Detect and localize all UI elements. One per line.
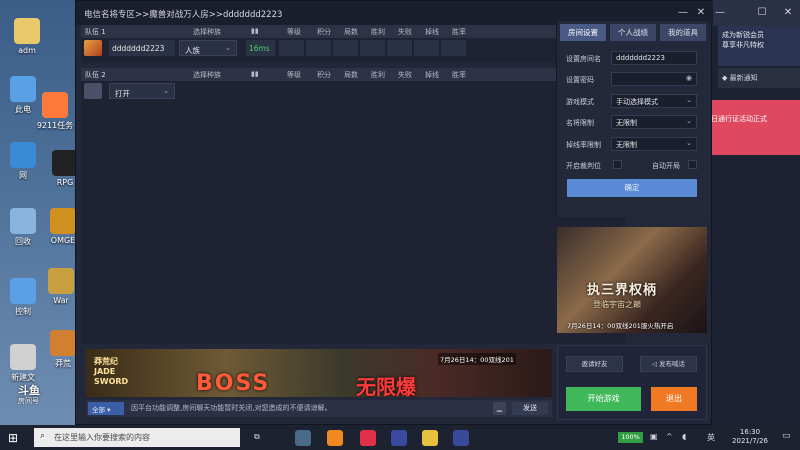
disconnect-limit-select[interactable]: 无限制 ⌄ bbox=[611, 137, 697, 151]
ad-brand-logo: 莽荒纪 JADE SWORD bbox=[94, 357, 129, 386]
exit-button[interactable]: 退出 bbox=[651, 387, 697, 411]
background-app-titlebar: — ☐ ✕ bbox=[703, 0, 800, 26]
tray-volume-icon[interactable]: ◖ bbox=[682, 432, 686, 441]
team-1-panel: 队伍 1 选择种族 ▮▮ 等级 积分 局数 胜利 失败 掉线 胜率 dddddd… bbox=[81, 25, 626, 63]
team-1-header: 队伍 1 选择种族 ▮▮ 等级 积分 局数 胜利 失败 掉线 胜率 bbox=[81, 25, 626, 38]
chevron-down-icon: ⌄ bbox=[686, 139, 692, 147]
race-select[interactable]: 人族 ⌄ bbox=[179, 40, 237, 56]
taskbar-app-game-icon[interactable] bbox=[391, 430, 407, 446]
password-input[interactable]: ◉ bbox=[611, 72, 697, 86]
minimize-button[interactable]: — bbox=[676, 6, 690, 20]
signal-icon: ▮▮ bbox=[251, 27, 259, 35]
chat-notice: 因平台功能调整,房间聊天功能暂时关闭,对您造成的不便请谅解。 bbox=[131, 404, 332, 412]
player-avatar[interactable] bbox=[84, 40, 102, 56]
desktop-icon-9211[interactable]: 9211任务 bbox=[32, 92, 78, 131]
signal-icon: ▮▮ bbox=[251, 70, 259, 78]
close-icon[interactable]: ✕ bbox=[781, 6, 795, 20]
rank-limit-select[interactable]: 无限制 ⌄ bbox=[611, 115, 697, 129]
stat-level bbox=[279, 40, 304, 56]
eye-icon[interactable]: ◉ bbox=[686, 74, 692, 82]
tab-personal-record[interactable]: 个人战绩 bbox=[610, 24, 656, 41]
pass-promo-banner[interactable]: 日通行证活动正式 bbox=[707, 100, 800, 155]
notification-icon[interactable]: ▭ bbox=[782, 431, 794, 443]
broadcast-button[interactable]: ◁ 发布喊话 bbox=[640, 356, 697, 372]
referee-checkbox[interactable] bbox=[613, 160, 622, 169]
background-app-window: — ☐ ✕ 成为新锐会员 尊享非凡特权 ◆ 最新通知 bbox=[703, 0, 800, 425]
stream-watermark: 斗鱼 房间号 bbox=[18, 384, 40, 405]
slot-state-select[interactable]: 打开 ⌄ bbox=[109, 83, 175, 99]
stat-losses bbox=[387, 40, 412, 56]
game-mode-select[interactable]: 手动选择模式 ⌄ bbox=[611, 94, 697, 108]
tab-my-items[interactable]: 我的道具 bbox=[660, 24, 706, 41]
stat-wins bbox=[360, 40, 385, 56]
chevron-down-icon: ⌄ bbox=[686, 96, 692, 104]
taskbar-search-input[interactable]: ⌕ 在这里输入你要搜索的内容 bbox=[34, 428, 240, 447]
desktop-icon-network[interactable]: 网 bbox=[0, 142, 46, 181]
team-1-player-row[interactable]: ddddddd2223 人族 ⌄ 16ms bbox=[81, 38, 626, 58]
vip-promo[interactable]: 成为新锐会员 尊享非凡特权 bbox=[718, 26, 800, 66]
game-ad-bottom[interactable]: 莽荒纪 JADE SWORD BOSS 无限爆 7月26日14：00双线201 bbox=[86, 349, 552, 397]
tray-chevron-up-icon[interactable]: ^ bbox=[666, 432, 673, 441]
player-name: ddddddd2223 bbox=[109, 40, 175, 56]
start-game-button[interactable]: 开始游戏 bbox=[566, 387, 641, 411]
taskbar-app-folder-icon[interactable] bbox=[422, 430, 438, 446]
battery-indicator[interactable]: 100% bbox=[618, 432, 643, 443]
close-button[interactable]: ✕ bbox=[694, 6, 708, 20]
team-1-title: 队伍 1 bbox=[85, 28, 106, 36]
chevron-down-icon: ⌄ bbox=[686, 117, 692, 125]
invite-friend-button[interactable]: 邀请好友 bbox=[566, 356, 623, 372]
team-2-slot-row[interactable]: 打开 ⌄ bbox=[81, 81, 626, 101]
chevron-down-icon: ▾ bbox=[107, 406, 111, 414]
tab-room-settings[interactable]: 房间设置 bbox=[560, 24, 606, 41]
game-room-window: 电信名将专区>>魔兽对战万人房>>ddddddd2223 — ✕ 队伍 1 选择… bbox=[75, 0, 713, 425]
stat-winrate bbox=[441, 40, 466, 56]
tray-network-icon[interactable]: ▣ bbox=[650, 432, 658, 441]
taskbar-app-explorer-icon[interactable] bbox=[295, 430, 311, 446]
taskbar-app-store-icon[interactable] bbox=[327, 430, 343, 446]
windows-start-icon[interactable]: ⊞ bbox=[8, 431, 22, 445]
confirm-button[interactable]: 确定 bbox=[567, 179, 697, 197]
stat-games bbox=[333, 40, 358, 56]
taskbar: ⊞ ⌕ 在这里输入你要搜索的内容 ⧉ 100% ▣ ^ ◖ 英 16:30 20… bbox=[0, 425, 800, 450]
chat-bar: 全部 ▾ 因平台功能调整,房间聊天功能暂时关闭,对您造成的不便请谅解。 ▁ 发送 bbox=[86, 400, 552, 417]
taskbar-app-music-icon[interactable] bbox=[360, 430, 376, 446]
chevron-down-icon: ⌄ bbox=[225, 44, 231, 52]
chat-channel-select[interactable]: 全部 ▾ bbox=[88, 402, 124, 415]
ping-value: 16ms bbox=[246, 40, 275, 56]
room-settings-panel: 房间设置 个人战绩 我的道具 设置房间名 ddddddd2223 设置密码 ◉ … bbox=[556, 21, 708, 217]
desktop-icon-adm[interactable]: adm bbox=[4, 18, 50, 55]
taskbar-clock[interactable]: 16:30 2021/7/26 bbox=[722, 428, 778, 446]
team-2-header: 队伍 2 选择种族 ▮▮ 等级 积分 局数 胜利 失败 掉线 胜率 bbox=[81, 68, 626, 81]
speaker-icon: ◁ bbox=[651, 360, 657, 368]
team-2-title: 队伍 2 bbox=[85, 71, 106, 79]
stat-points bbox=[306, 40, 331, 56]
task-view-icon[interactable]: ⧉ bbox=[254, 432, 260, 442]
auto-start-checkbox[interactable] bbox=[688, 160, 697, 169]
latest-notice[interactable]: ◆ 最新通知 bbox=[718, 68, 800, 88]
game-ad-right[interactable]: 执三界权柄 登临宇宙之巅 7月26日14：00双线201服火热开启 bbox=[557, 227, 707, 333]
room-name-input[interactable]: ddddddd2223 bbox=[611, 51, 697, 65]
send-button[interactable]: 发送 bbox=[512, 402, 548, 415]
ime-indicator[interactable]: 英 bbox=[707, 432, 715, 443]
stat-disconnects bbox=[414, 40, 439, 56]
chevron-down-icon: ⌄ bbox=[163, 87, 169, 95]
action-panel: 邀请好友 ◁ 发布喊话 开始游戏 退出 bbox=[557, 345, 707, 420]
team-2-panel: 队伍 2 选择种族 ▮▮ 等级 积分 局数 胜利 失败 掉线 胜率 打开 ⌄ bbox=[81, 68, 626, 344]
taskbar-app-duiying-icon[interactable] bbox=[453, 430, 469, 446]
bell-icon: ◆ bbox=[722, 74, 728, 82]
search-icon: ⌕ bbox=[40, 431, 46, 441]
maximize-icon[interactable]: ☐ bbox=[755, 6, 769, 20]
minimize-icon[interactable]: — bbox=[713, 6, 727, 20]
emoji-icon[interactable]: ▁ bbox=[493, 402, 506, 415]
empty-slot-avatar bbox=[84, 83, 102, 99]
window-title: 电信名将专区>>魔兽对战万人房>>ddddddd2223 bbox=[84, 10, 283, 20]
